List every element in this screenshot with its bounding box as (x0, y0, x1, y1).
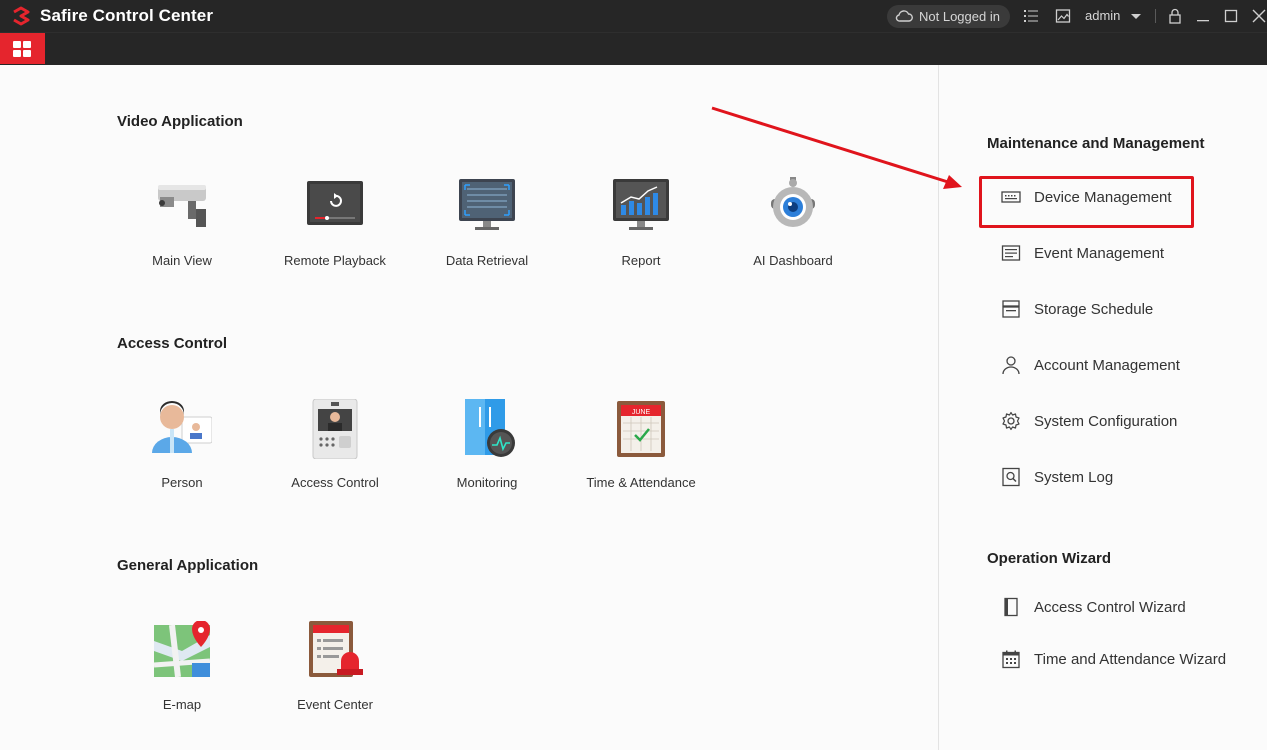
lock-icon[interactable] (1167, 8, 1183, 24)
event-alarm-icon (309, 621, 363, 677)
log-search-icon (1002, 467, 1020, 487)
tile-label: Data Retrieval (445, 253, 529, 268)
tile-label: AI Dashboard (753, 253, 833, 268)
sidebar-title-maintenance: Maintenance and Management (987, 135, 1205, 152)
user-menu[interactable]: admin (1085, 8, 1120, 23)
section-title-general: General Application (117, 557, 259, 574)
tile-label: Access Control (291, 475, 379, 490)
safire-logo-icon (13, 6, 30, 26)
tile-remote-playback[interactable]: Remote Playback (265, 177, 405, 277)
tile-label: Main View (152, 253, 212, 268)
login-status-text: Not Logged in (919, 9, 1000, 24)
cctv-camera-icon (158, 185, 206, 227)
report-chart-monitor-icon (613, 179, 669, 230)
tile-report[interactable]: Report (571, 177, 711, 277)
sidebar: Maintenance and Management Device Manage… (938, 65, 1267, 750)
divider (1155, 9, 1156, 23)
tile-event-center[interactable]: Event Center (265, 621, 405, 721)
tile-label: Person (161, 475, 203, 490)
data-retrieval-monitor-icon (459, 179, 515, 230)
maximize-icon[interactable] (1223, 8, 1239, 24)
tile-main-view[interactable]: Main View (112, 177, 252, 277)
sidebar-item-event-management[interactable]: Event Management (999, 238, 1249, 268)
calendar-icon (1002, 650, 1020, 669)
image-monitor-icon[interactable] (1055, 8, 1071, 24)
sidebar-title-wizard: Operation Wizard (987, 550, 1112, 567)
main-menu-button[interactable] (0, 33, 45, 64)
user-icon (1002, 356, 1020, 375)
sidebar-item-time-attendance-wizard[interactable]: Time and Attendance Wizard (999, 644, 1249, 674)
tile-label: Time & Attendance (586, 475, 696, 490)
door-monitoring-icon (465, 399, 515, 457)
access-terminal-icon (312, 399, 358, 459)
map-pin-icon (153, 621, 211, 678)
tile-access-control[interactable]: Access Control (265, 399, 405, 499)
event-list-icon (1001, 245, 1021, 261)
sidebar-item-label: Event Management (1034, 245, 1165, 262)
sidebar-item-label: Access Control Wizard (1034, 599, 1186, 616)
gear-icon (1002, 411, 1020, 431)
grid-menu-icon (13, 41, 31, 57)
app-title: Safire Control Center (40, 6, 214, 25)
door-icon (1004, 597, 1018, 617)
tile-ai-dashboard[interactable]: AI Dashboard (723, 177, 863, 277)
tile-emap[interactable]: E-map (112, 621, 252, 721)
tile-label: Report (621, 253, 661, 268)
tile-label: Monitoring (456, 475, 518, 490)
calendar-month-label: JUNE (632, 409, 651, 416)
close-icon[interactable] (1251, 8, 1267, 24)
tile-label: Remote Playback (284, 253, 386, 268)
section-title-video: Video Application (117, 113, 243, 130)
tile-data-retrieval[interactable]: Data Retrieval (417, 177, 557, 277)
tile-monitoring[interactable]: Monitoring (417, 399, 557, 499)
highlight-box (979, 176, 1194, 228)
ai-robot-icon (771, 177, 815, 227)
sidebar-item-account-management[interactable]: Account Management (999, 350, 1249, 380)
task-list-icon[interactable] (1023, 8, 1039, 24)
sidebar-item-label: Time and Attendance Wizard (1034, 651, 1227, 668)
chevron-down-icon[interactable] (1128, 9, 1144, 25)
section-title-access: Access Control (117, 335, 228, 352)
sidebar-item-label: System Log (1034, 469, 1114, 486)
title-bar: Safire Control Center Not Logged in admi… (0, 0, 1267, 32)
sidebar-item-label: System Configuration (1034, 413, 1178, 430)
sidebar-item-system-configuration[interactable]: System Configuration (999, 406, 1249, 436)
cloud-icon (895, 10, 913, 22)
sidebar-item-label: Account Management (1034, 357, 1180, 374)
storage-icon (1002, 300, 1020, 318)
sidebar-item-storage-schedule[interactable]: Storage Schedule (999, 294, 1249, 324)
sidebar-item-system-log[interactable]: System Log (999, 462, 1249, 492)
login-status-button[interactable]: Not Logged in (887, 5, 1010, 28)
tile-label: E-map (162, 697, 202, 712)
playback-monitor-icon (307, 181, 363, 225)
calendar-check-icon: JUNE (617, 401, 665, 457)
sidebar-item-access-control-wizard[interactable]: Access Control Wizard (999, 592, 1249, 622)
tile-person[interactable]: Person (112, 399, 252, 499)
person-icon (152, 401, 212, 453)
tile-time-attendance[interactable]: JUNE Time & Attendance (571, 399, 711, 499)
sidebar-item-label: Storage Schedule (1034, 301, 1154, 318)
minimize-icon[interactable] (1195, 8, 1211, 24)
module-bar (0, 32, 1267, 65)
main-panel: Video Application Main View Remote Playb… (0, 65, 938, 750)
tile-label: Event Center (297, 697, 373, 712)
